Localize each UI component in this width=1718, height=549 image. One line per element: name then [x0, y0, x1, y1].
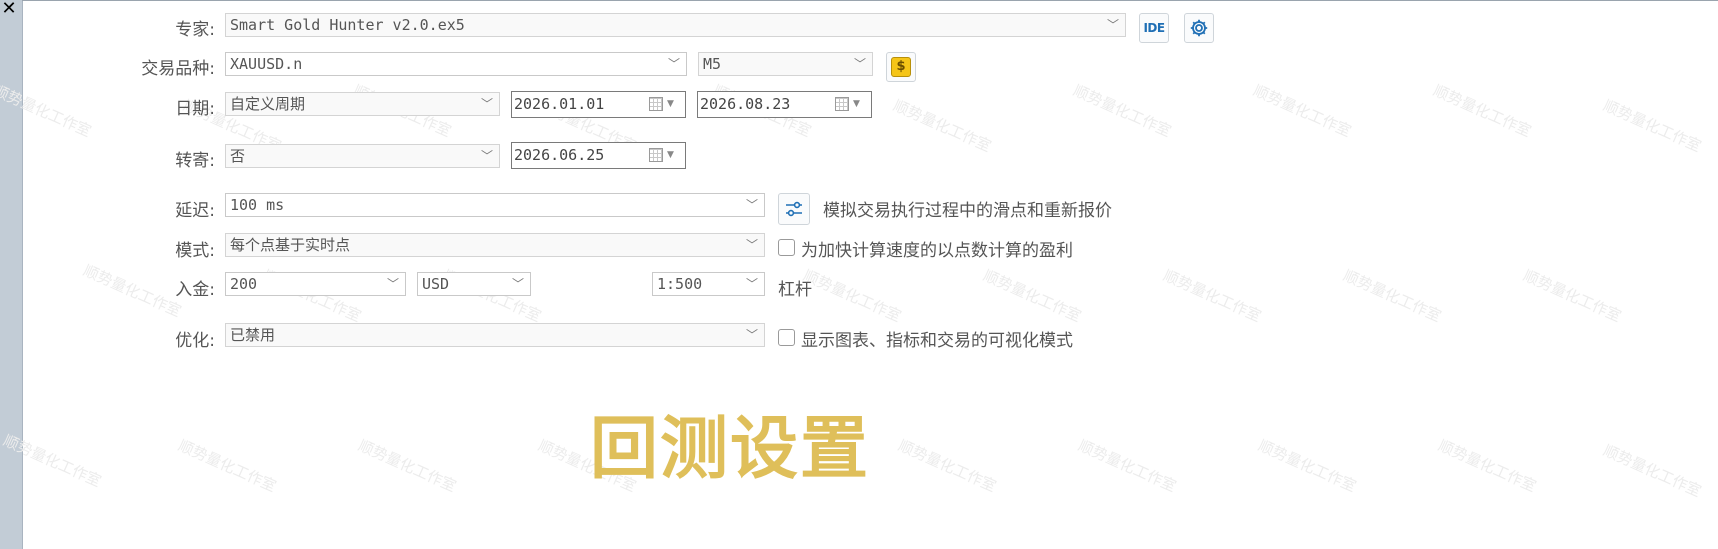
ide-label: IDE — [1143, 21, 1165, 35]
forward-date-value: 2026.06.25 — [514, 146, 605, 164]
chevron-down-icon: ﹀ — [745, 238, 758, 252]
watermark: 顺势量化工作室 — [1160, 266, 1264, 326]
top-divider — [22, 0, 1718, 1]
dropdown-arrow-icon: ▼ — [667, 150, 674, 160]
period-value: 自定义周期 — [230, 95, 306, 113]
chevron-down-icon: ﹀ — [386, 277, 399, 291]
optimization-value: 已禁用 — [230, 326, 276, 344]
calendar-icon — [649, 148, 663, 162]
watermark: 顺势量化工作室 — [980, 266, 1084, 326]
visual-mode-checkbox[interactable] — [778, 329, 795, 346]
chevron-down-icon: ﹀ — [745, 277, 758, 291]
currency-value: USD — [422, 275, 450, 293]
dollar-icon: $ — [891, 57, 911, 77]
forward-label: 转寄: — [175, 151, 215, 171]
watermark: 顺势量化工作室 — [355, 436, 459, 496]
expert-value: Smart Gold Hunter v2.0.ex5 — [230, 16, 465, 34]
watermark: 顺势量化工作室 — [800, 266, 904, 326]
deposit-label: 入金: — [175, 280, 215, 300]
watermark: 顺势量化工作室 — [1600, 96, 1704, 156]
symbol-select[interactable]: XAUUSD.n ﹀ — [225, 52, 687, 76]
watermark: 顺势量化工作室 — [1435, 436, 1539, 496]
ide-button[interactable]: IDE — [1139, 13, 1169, 43]
symbol-label: 交易品种: — [141, 59, 215, 79]
chevron-down-icon: ﹀ — [745, 328, 758, 342]
optimization-label: 优化: — [175, 331, 215, 351]
calendar-icon — [649, 97, 663, 111]
chevron-down-icon: ﹀ — [667, 57, 680, 71]
currency-select[interactable]: USD ﹀ — [417, 272, 531, 296]
deposit-amount-select[interactable]: 200 ﹀ — [225, 272, 406, 296]
chevron-down-icon: ﹀ — [480, 149, 493, 163]
symbol-value: XAUUSD.n — [230, 55, 303, 73]
leverage-value: 1:500 — [657, 275, 703, 293]
left-panel-strip — [0, 0, 23, 549]
date-to-value: 2026.08.23 — [700, 95, 791, 113]
expert-label: 专家: — [175, 20, 215, 40]
forward-value: 否 — [230, 147, 246, 165]
watermark: 顺势量化工作室 — [175, 436, 279, 496]
watermark: 顺势量化工作室 — [1340, 266, 1444, 326]
pips-profit-label: 为加快计算速度的以点数计算的盈利 — [801, 241, 1073, 261]
watermark: 顺势量化工作室 — [1520, 266, 1624, 326]
watermark: 顺势量化工作室 — [1600, 441, 1704, 501]
headline-overlay: 回测设置 — [590, 410, 871, 489]
calendar-icon — [835, 97, 849, 111]
leverage-select[interactable]: 1:500 ﹀ — [652, 272, 765, 296]
date-to-picker[interactable]: 2026.08.23 ▼ — [697, 91, 872, 118]
chevron-down-icon: ﹀ — [745, 198, 758, 212]
delay-label: 延迟: — [175, 201, 215, 221]
mode-select[interactable]: 每个点基于实时点 ﹀ — [225, 233, 765, 257]
mode-value: 每个点基于实时点 — [230, 236, 351, 254]
chevron-down-icon: ﹀ — [853, 57, 866, 71]
delay-select[interactable]: 100 ms ﹀ — [225, 193, 765, 217]
forward-date-picker[interactable]: 2026.06.25 ▼ — [511, 142, 686, 169]
delay-value: 100 ms — [230, 196, 285, 214]
visual-mode-label: 显示图表、指标和交易的可视化模式 — [801, 331, 1073, 351]
date-from-picker[interactable]: 2026.01.01 ▼ — [511, 91, 686, 118]
watermark: 顺势量化工作室 — [1430, 81, 1534, 141]
chevron-down-icon: ﹀ — [480, 97, 493, 111]
expert-select[interactable]: Smart Gold Hunter v2.0.ex5 ﹀ — [225, 13, 1126, 37]
pips-profit-checkbox[interactable] — [778, 239, 795, 256]
date-label: 日期: — [175, 99, 215, 119]
delay-settings-button[interactable] — [778, 193, 810, 225]
chevron-down-icon: ﹀ — [1106, 18, 1119, 32]
forward-select[interactable]: 否 ﹀ — [225, 144, 500, 168]
symbol-properties-button[interactable]: $ — [886, 52, 916, 82]
optimization-select[interactable]: 已禁用 ﹀ — [225, 323, 765, 347]
timeframe-value: M5 — [703, 55, 722, 73]
watermark: 顺势量化工作室 — [895, 436, 999, 496]
watermark: 顺势量化工作室 — [1250, 81, 1354, 141]
dropdown-arrow-icon: ▼ — [853, 99, 860, 109]
dropdown-arrow-icon: ▼ — [667, 99, 674, 109]
gear-icon — [1190, 19, 1208, 37]
watermark: 顺势量化工作室 — [1255, 436, 1359, 496]
close-icon[interactable]: ✕ — [0, 0, 18, 18]
leverage-label: 杠杆 — [778, 280, 812, 300]
timeframe-select[interactable]: M5 ﹀ — [698, 52, 873, 76]
watermark: 顺势量化工作室 — [1075, 436, 1179, 496]
mode-label: 模式: — [175, 241, 215, 261]
watermark: 顺势量化工作室 — [1070, 81, 1174, 141]
period-select[interactable]: 自定义周期 ﹀ — [225, 92, 500, 116]
date-from-value: 2026.01.01 — [514, 95, 605, 113]
deposit-amount-value: 200 — [230, 275, 258, 293]
expert-settings-button[interactable] — [1184, 13, 1214, 43]
chevron-down-icon: ﹀ — [511, 277, 524, 291]
delay-note: 模拟交易执行过程中的滑点和重新报价 — [823, 201, 1112, 221]
watermark: 顺势量化工作室 — [890, 96, 994, 156]
sliders-icon — [786, 201, 802, 217]
